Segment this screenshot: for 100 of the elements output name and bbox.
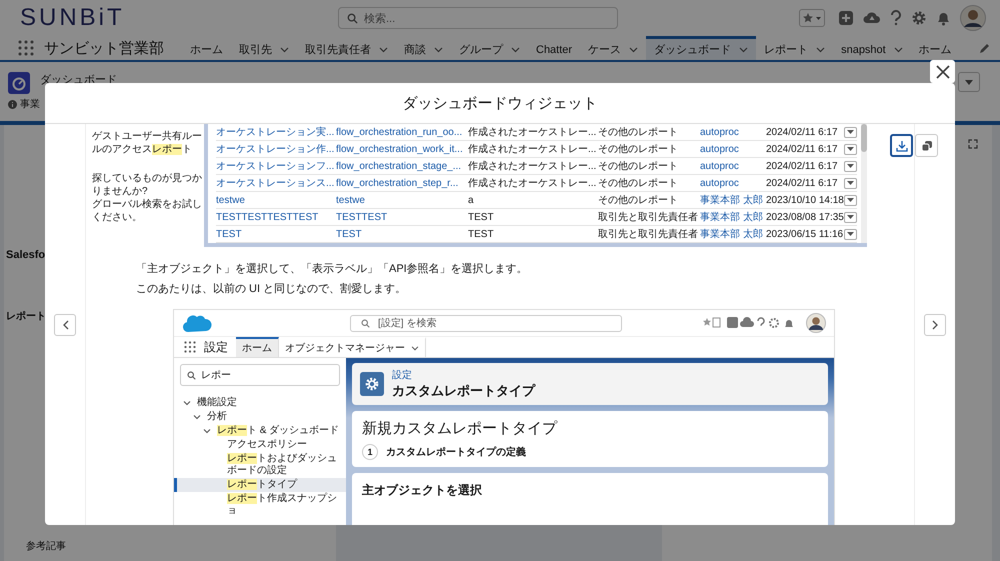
creator-link[interactable]: autoproc — [700, 126, 764, 138]
bell-icon[interactable] — [936, 10, 951, 26]
cloud-button[interactable] — [863, 10, 881, 26]
chevron-down-icon[interactable] — [434, 46, 443, 52]
related-heading: 参考記事 — [26, 540, 66, 553]
report-link[interactable]: オーケストレーション作... — [216, 142, 334, 156]
api-name-link[interactable]: TEST — [336, 228, 466, 240]
creator-link[interactable]: 事業本部 太郎 — [700, 193, 764, 207]
nav-tab[interactable]: ケース — [580, 36, 646, 60]
nav-tab[interactable]: レポート — [756, 36, 834, 60]
report-link[interactable]: testwe — [216, 194, 334, 206]
api-name-link[interactable]: flow_orchestration_step_r... — [336, 178, 466, 188]
setup-tab[interactable]: オブジェクトマネージャー — [279, 337, 426, 357]
paragraph-text: このあたりは、以前の UI と同じなので、割愛します。 — [136, 282, 408, 297]
nav-tab[interactable]: 取引先 — [231, 36, 297, 60]
chevron-down-icon[interactable] — [280, 46, 289, 52]
chevron-down-icon[interactable] — [379, 46, 388, 52]
settings-icon[interactable] — [911, 10, 927, 26]
caret-icon — [847, 198, 854, 202]
setup-tab[interactable]: ホーム — [236, 337, 279, 357]
chevron-icon[interactable] — [193, 413, 201, 421]
chevron-down-icon[interactable] — [816, 46, 826, 52]
article-heading: Salesfo — [6, 249, 46, 261]
app-name: サンビット営業部 — [44, 38, 164, 58]
add-button[interactable] — [838, 10, 854, 26]
close-button[interactable] — [930, 60, 955, 83]
row-menu-button[interactable] — [844, 178, 857, 188]
row-menu-button[interactable] — [844, 212, 857, 222]
creator-link[interactable]: autoproc — [700, 144, 764, 154]
api-name-link[interactable]: flow_orchestration_stage_... — [336, 160, 466, 172]
download-icon — [896, 140, 908, 152]
caret-icon — [847, 181, 854, 185]
tree-item[interactable]: 機能設定 — [174, 396, 346, 410]
chevron-down-icon[interactable] — [739, 46, 748, 52]
nav-tab[interactable]: グループ — [451, 36, 528, 60]
tree-item[interactable]: アクセスポリシー — [174, 438, 346, 452]
breadcrumb-link[interactable]: 設定 — [392, 368, 535, 382]
caret-icon — [847, 215, 854, 219]
help-icon[interactable] — [890, 10, 902, 26]
report-link[interactable]: TEST — [216, 228, 334, 240]
tree-item[interactable]: 分析 — [174, 410, 346, 424]
app-launcher-icon[interactable] — [184, 341, 196, 353]
tree-item[interactable]: レポー ト作成スナップショ — [174, 492, 346, 518]
category-cell-text: その他のレポート — [598, 177, 679, 190]
more-actions-button[interactable] — [958, 72, 980, 92]
avatar[interactable] — [806, 313, 826, 333]
nav-tab[interactable]: ダッシュボード — [646, 36, 756, 60]
tree-item[interactable]: レポー トタイプ — [174, 478, 346, 492]
wizard-title: 新規カスタムレポートタイプ — [362, 419, 558, 438]
report-link[interactable]: オーケストレーションス... — [216, 176, 334, 190]
dashboard-icon — [8, 72, 30, 94]
row-menu-button[interactable] — [844, 194, 857, 206]
chevron-down-icon[interactable] — [411, 346, 419, 350]
chevron-icon[interactable] — [183, 399, 191, 407]
creator-link[interactable]: autoproc — [700, 178, 764, 188]
app-launcher-icon[interactable] — [18, 40, 34, 56]
nav-tab[interactable]: 商談 — [396, 36, 451, 60]
setup-search-field[interactable]: [設定] を検索 — [350, 314, 622, 332]
favorites-button[interactable] — [799, 9, 825, 27]
chevron-icon[interactable] — [203, 427, 211, 435]
report-link[interactable]: TESTTESTTESTTEST — [216, 212, 334, 222]
help-text: グローバル検索をお試しください。 — [92, 198, 203, 224]
description-cell-text: TEST — [468, 212, 495, 222]
creator-link[interactable]: 事業本部 太郎 — [700, 227, 764, 241]
previous-button[interactable] — [54, 314, 76, 336]
sidebar-link[interactable]: ゲストユーザー共有ルールのアクセス レポー ト — [92, 130, 204, 156]
nav-tab[interactable]: snapshot — [833, 36, 911, 60]
next-button[interactable] — [924, 314, 946, 336]
chevron-down-icon[interactable] — [629, 46, 638, 52]
report-link[interactable]: オーケストレーション実... — [216, 125, 334, 139]
nav-tab[interactable]: ホーム — [910, 36, 960, 60]
edit-icon[interactable] — [979, 42, 990, 54]
search-icon — [187, 370, 196, 380]
report-link[interactable]: オーケストレーションフ... — [216, 159, 334, 173]
row-menu-button[interactable] — [844, 228, 857, 240]
search-field[interactable]: 検索... — [338, 7, 618, 29]
api-name-link[interactable]: flow_orchestration_run_oo... — [336, 126, 466, 138]
row-menu-button[interactable] — [844, 160, 857, 172]
row-menu-button[interactable] — [844, 144, 857, 154]
quick-find-field[interactable]: レポー — [180, 364, 340, 386]
creator-link[interactable]: autoproc — [700, 160, 764, 172]
api-name-link[interactable]: TESTTEST — [336, 212, 466, 222]
scrollbar[interactable] — [861, 124, 867, 152]
tree-item[interactable]: レポー トおよびダッシュボードの設定 — [174, 452, 346, 478]
avatar[interactable] — [960, 5, 986, 31]
api-name-link[interactable]: testwe — [336, 194, 466, 206]
nav-tab[interactable]: ホーム — [182, 36, 231, 60]
creator-link[interactable]: 事業本部 太郎 — [700, 210, 764, 224]
chevron-down-icon[interactable] — [894, 46, 903, 52]
expand-icon[interactable] — [968, 139, 978, 149]
chevron-down-icon[interactable] — [511, 46, 520, 52]
description-cell-text: a — [468, 194, 475, 206]
copy-button[interactable] — [915, 134, 938, 157]
nav-tab[interactable]: 取引先責任者 — [297, 36, 396, 60]
nav-tab[interactable]: Chatter — [528, 36, 580, 60]
row-menu-button[interactable] — [844, 126, 857, 138]
tree-item[interactable]: レポー ト & ダッシュボード — [174, 424, 346, 438]
api-name-link[interactable]: flow_orchestration_work_it... — [336, 144, 466, 154]
download-button[interactable] — [890, 134, 913, 157]
section-title: 主オブジェクトを選択 — [362, 483, 482, 497]
